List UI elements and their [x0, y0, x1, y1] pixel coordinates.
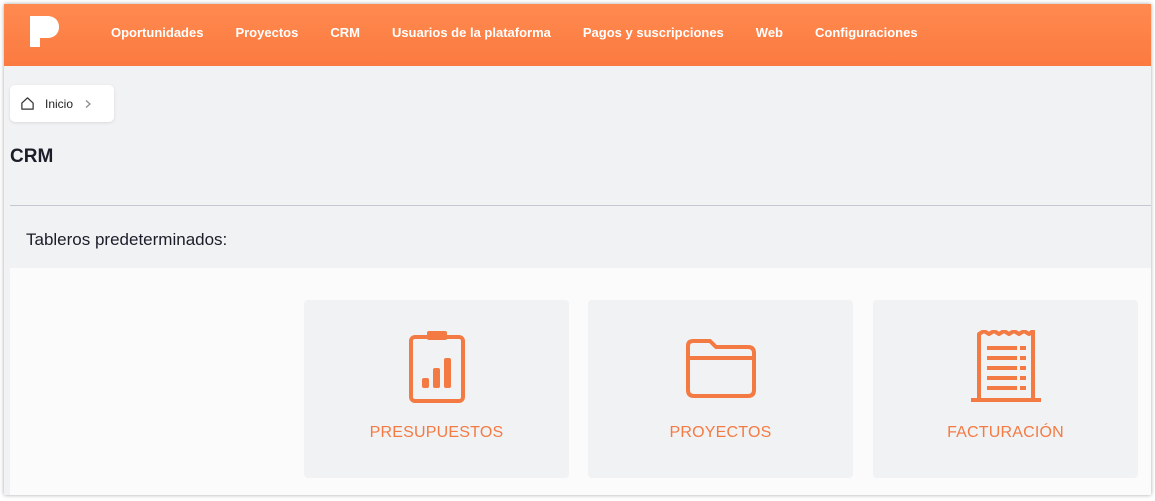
nav-item-crm[interactable]: CRM	[330, 25, 360, 40]
home-icon[interactable]	[20, 96, 35, 111]
app-window: Oportunidades Proyectos CRM Usuarios de …	[4, 4, 1151, 495]
brand-logo-icon[interactable]	[27, 14, 61, 48]
chevron-right-icon	[85, 99, 91, 108]
card-label: PROYECTOS	[669, 424, 772, 441]
clipboard-chart-icon	[408, 331, 465, 403]
card-label: FACTURACIÓN	[947, 424, 1064, 441]
card-presupuestos[interactable]: PRESUPUESTOS	[304, 300, 569, 478]
receipt-icon	[970, 330, 1041, 402]
nav-item-proyectos[interactable]: Proyectos	[235, 25, 298, 40]
nav-item-web[interactable]: Web	[756, 25, 783, 40]
breadcrumb-item-inicio[interactable]: Inicio	[45, 97, 73, 111]
nav-item-configuraciones[interactable]: Configuraciones	[815, 25, 918, 40]
nav-item-usuarios[interactable]: Usuarios de la plataforma	[392, 25, 551, 40]
folder-icon	[685, 339, 756, 398]
card-facturacion[interactable]: FACTURACIÓN	[873, 300, 1138, 478]
top-navbar: Oportunidades Proyectos CRM Usuarios de …	[4, 4, 1151, 66]
main-nav: Oportunidades Proyectos CRM Usuarios de …	[111, 4, 950, 60]
page-title: CRM	[10, 146, 54, 167]
card-proyectos[interactable]: PROYECTOS	[588, 300, 853, 478]
nav-item-oportunidades[interactable]: Oportunidades	[111, 25, 203, 40]
section-title: Tableros predeterminados:	[26, 230, 228, 249]
card-label: PRESUPUESTOS	[369, 424, 504, 441]
nav-item-pagos[interactable]: Pagos y suscripciones	[583, 25, 724, 40]
breadcrumb: Inicio	[10, 85, 114, 122]
divider	[10, 205, 1151, 206]
